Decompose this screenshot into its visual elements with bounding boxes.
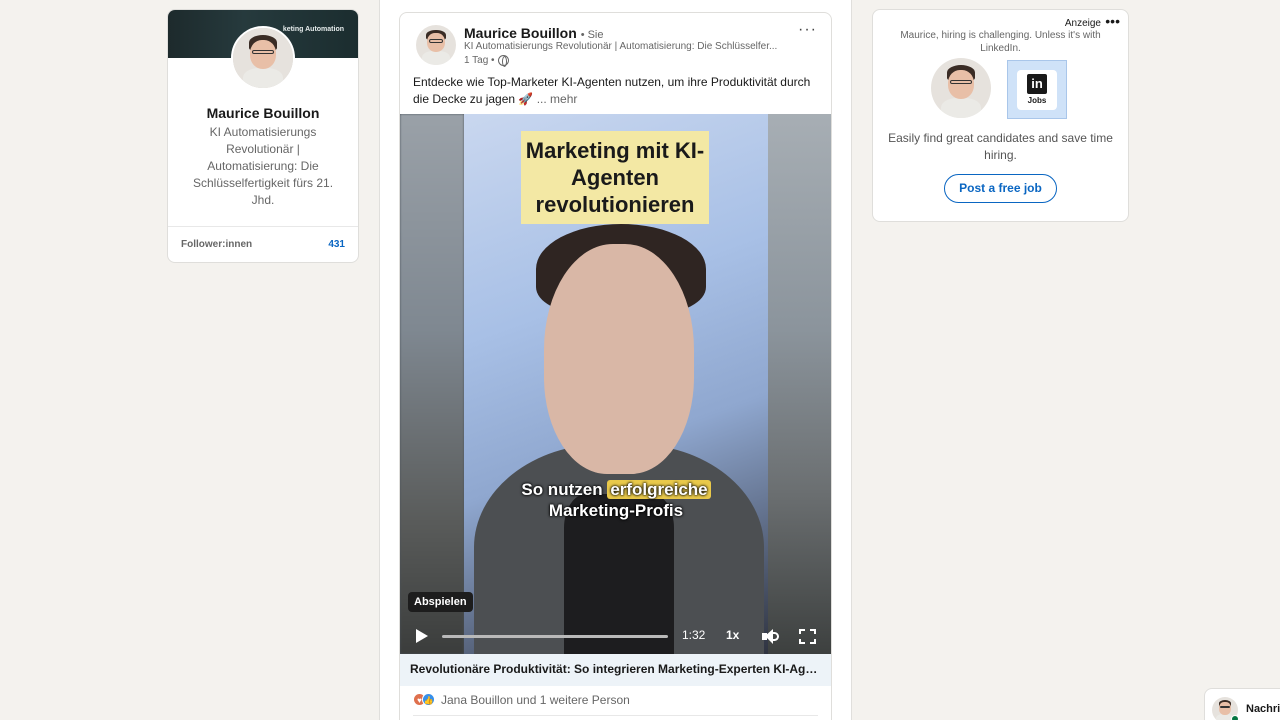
like-icon: 👍: [422, 693, 435, 706]
fullscreen-icon[interactable]: [799, 629, 816, 644]
linkedin-jobs-logo: in Jobs: [1007, 60, 1067, 119]
caption-highlight: erfolgreiche: [607, 480, 711, 499]
video-title-overlay: Marketing mit KI-Agenten revolutionieren: [521, 131, 709, 224]
divider: [413, 715, 818, 716]
ad-menu-button[interactable]: •••: [1105, 13, 1120, 29]
video-blur-right: [768, 114, 831, 654]
post-author-name-text[interactable]: Maurice Bouillon: [464, 25, 577, 41]
online-status-icon: [1231, 715, 1239, 720]
volume-icon[interactable]: [762, 629, 780, 644]
caption-prefix: So nutzen: [521, 480, 608, 499]
play-icon[interactable]: [416, 629, 428, 643]
post-time-text: 1 Tag •: [464, 55, 495, 66]
profile-name[interactable]: Maurice Bouillon: [168, 105, 358, 121]
video-player[interactable]: Marketing mit KI-Agenten revolutionieren…: [400, 114, 831, 654]
video-progress-bar[interactable]: [442, 635, 668, 638]
linkedin-in-icon: in: [1027, 74, 1047, 94]
post-text: Entdecke wie Top-Marketer KI-Agenten nut…: [413, 74, 818, 108]
playback-speed-button[interactable]: 1x: [726, 628, 739, 642]
reactions-summary[interactable]: ♥ 👍 Jana Bouillon und 1 weitere Person: [413, 693, 630, 707]
video-controls: 1:32 1x: [400, 619, 831, 654]
profile-card[interactable]: keting Automation Maurice Bouillon KI Au…: [167, 9, 359, 263]
ad-user-avatar: [931, 58, 991, 118]
profile-headline: KI Automatisierungs Revolutionär | Autom…: [192, 125, 334, 207]
rocket-icon: 🚀: [518, 92, 534, 106]
followers-count[interactable]: 431: [328, 239, 345, 250]
post-author-headline: KI Automatisierungs Revolutionär | Autom…: [464, 41, 778, 52]
reaction-icons: ♥ 👍: [413, 693, 437, 707]
post-free-job-button[interactable]: Post a free job: [944, 174, 1057, 203]
ad-headline: Maurice, hiring is challenging. Unless i…: [900, 30, 1101, 54]
profile-avatar[interactable]: [231, 26, 295, 90]
globe-icon: [497, 55, 509, 67]
video-caption: So nutzen erfolgreiche Marketing-Profis: [464, 479, 768, 521]
post-author-name[interactable]: Maurice Bouillon • Sie: [464, 25, 604, 41]
messaging-label[interactable]: Nachri: [1246, 703, 1280, 715]
video-time: 1:32: [682, 628, 706, 642]
caption-line2: Marketing-Profis: [548, 501, 684, 520]
ad-label: Anzeige: [1064, 18, 1101, 29]
divider: [168, 226, 358, 227]
video-blur-left: [400, 114, 464, 654]
feed-post: Maurice Bouillon • Sie KI Automatisierun…: [399, 12, 832, 720]
messaging-tab[interactable]: Nachri: [1204, 688, 1280, 720]
post-menu-button[interactable]: ···: [798, 21, 817, 39]
video-frame[interactable]: Marketing mit KI-Agenten revolutionieren…: [464, 114, 768, 654]
post-timestamp: 1 Tag •: [464, 55, 509, 67]
followers-label[interactable]: Follower:innen: [181, 239, 252, 250]
jobs-label: Jobs: [1027, 96, 1047, 105]
see-more-link[interactable]: ... mehr: [537, 92, 578, 106]
post-body-text: Entdecke wie Top-Marketer KI-Agenten nut…: [413, 75, 811, 106]
ad-card: Anzeige ••• Maurice, hiring is challengi…: [872, 9, 1129, 222]
link-preview-title[interactable]: Revolutionäre Produktivität: So integrie…: [400, 654, 831, 686]
ad-description: Easily find great candidates and save ti…: [888, 131, 1113, 162]
video-person-head: [544, 244, 694, 474]
post-author-meta: • Sie: [580, 29, 604, 41]
play-tooltip: Abspielen: [408, 592, 473, 612]
post-author-avatar[interactable]: [416, 25, 456, 65]
reactions-text[interactable]: Jana Bouillon und 1 weitere Person: [441, 693, 630, 707]
